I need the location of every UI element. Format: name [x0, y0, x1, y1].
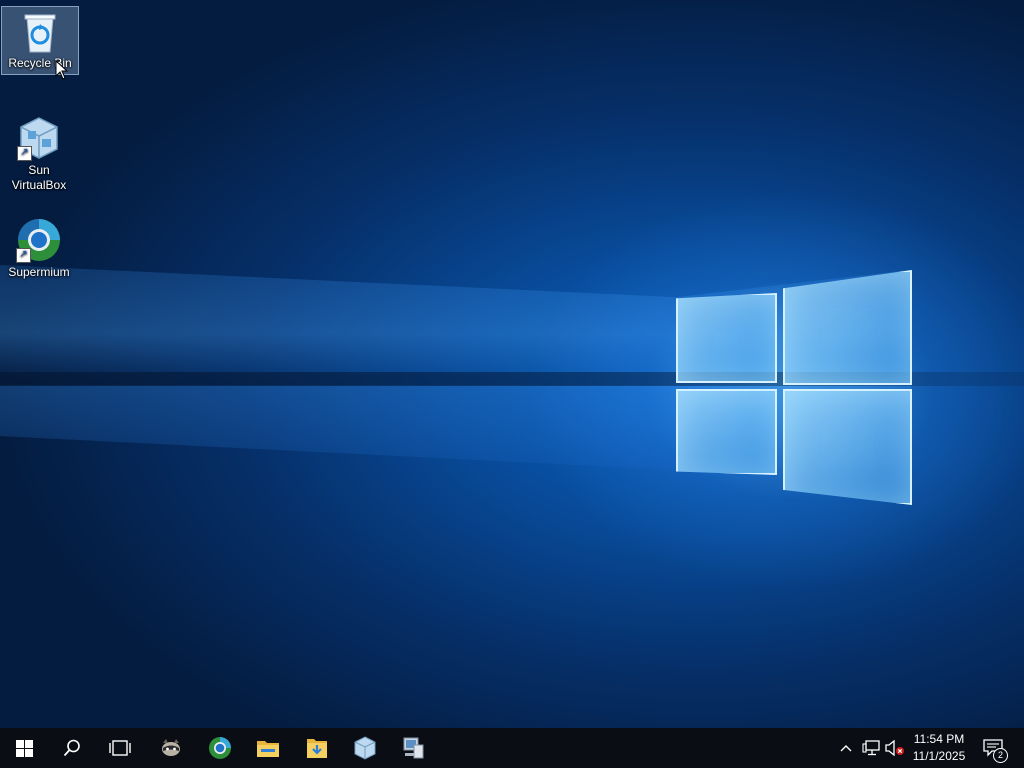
- show-hidden-icons-button[interactable]: [836, 728, 856, 768]
- search-button[interactable]: [48, 728, 96, 768]
- network-button[interactable]: [860, 728, 882, 768]
- virtualbox-icon: [354, 736, 376, 760]
- desktop-icon-label: Supermium: [8, 265, 70, 279]
- supermium-icon: ↗: [16, 217, 62, 263]
- supermium-icon: [209, 737, 231, 759]
- wallpaper-logo-pane-bottom-left: [676, 389, 777, 475]
- network-icon: [862, 740, 880, 756]
- mouse-cursor-icon: [55, 60, 69, 80]
- shortcut-arrow-icon: ↗: [16, 248, 31, 263]
- taskbar-app-file-explorer[interactable]: [244, 728, 292, 768]
- folder-icon: [257, 741, 279, 757]
- shortcut-arrow-icon: ↗: [17, 146, 32, 161]
- volume-muted-icon: [885, 740, 904, 756]
- notification-count-badge: 2: [993, 748, 1008, 763]
- windows-logo-icon: [15, 739, 33, 757]
- desktop-icon-sun-virtualbox[interactable]: ↗ Sun VirtualBox: [1, 112, 77, 193]
- volume-button[interactable]: [884, 728, 906, 768]
- search-icon: [63, 739, 80, 757]
- start-button[interactable]: [0, 728, 48, 768]
- desktop-icon-supermium[interactable]: ↗ Supermium: [1, 214, 77, 280]
- download-folder-icon: [307, 739, 327, 758]
- desktop-icon-label: Sun VirtualBox: [11, 163, 67, 192]
- taskbar-app-computer[interactable]: [390, 728, 438, 768]
- wallpaper-logo-pane-top-left: [676, 293, 777, 383]
- recycle-bin-icon: [20, 10, 60, 54]
- raccoon-icon: [162, 739, 180, 756]
- taskbar-app-downloads[interactable]: [293, 728, 341, 768]
- task-view-button[interactable]: [96, 728, 144, 768]
- taskbar-app-supermium[interactable]: [196, 728, 244, 768]
- chevron-up-icon: [840, 745, 852, 752]
- computer-icon: [403, 737, 424, 759]
- clock-date: 11/1/2025: [912, 749, 966, 763]
- taskbar: 11:54 PM 11/1/2025: [0, 728, 1024, 768]
- taskbar-app-virtualbox[interactable]: [341, 728, 389, 768]
- clock-time: 11:54 PM: [913, 732, 965, 746]
- task-view-icon: [109, 740, 131, 756]
- virtualbox-icon: ↗: [17, 115, 61, 161]
- taskbar-clock[interactable]: 11:54 PM 11/1/2025: [904, 731, 974, 765]
- wallpaper-logo-pane-bottom-right: [783, 389, 912, 505]
- taskbar-app-raccoon[interactable]: [147, 728, 195, 768]
- wallpaper-logo-pane-top-right: [783, 270, 912, 385]
